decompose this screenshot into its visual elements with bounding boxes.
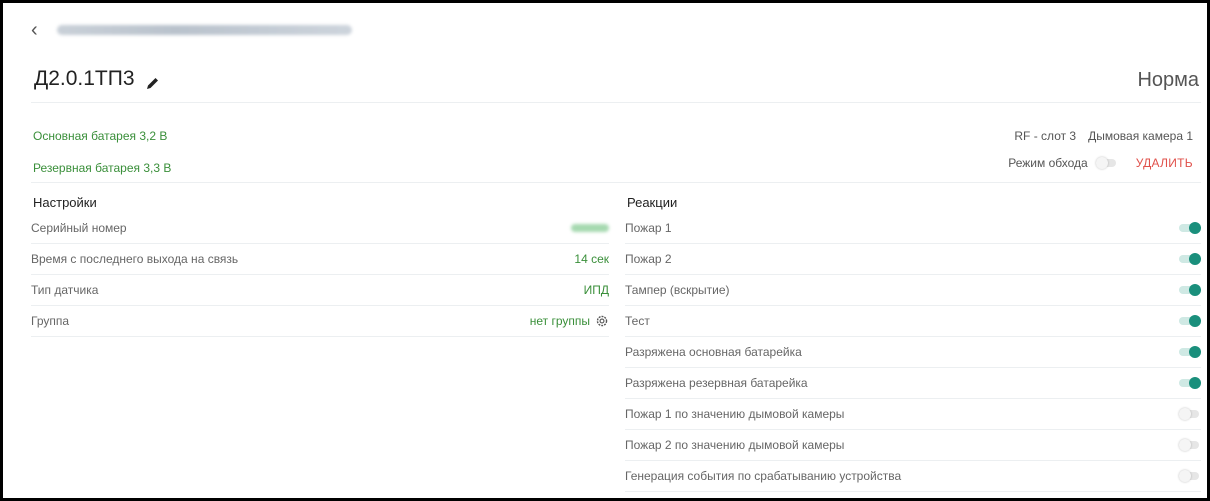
reaction-label: Тест <box>625 314 650 328</box>
reactions-list: Пожар 1 Пожар 2 Тампер (вскрытие) Тест Разря… <box>625 213 1201 492</box>
bypass-toggle[interactable] <box>1095 157 1118 169</box>
delete-button[interactable]: УДАЛИТЬ <box>1136 156 1193 170</box>
main-battery-status: Основная батарея 3,2 В <box>33 129 168 143</box>
settings-label: Тип датчика <box>31 283 99 297</box>
bypass-label: Режим обхода <box>1008 156 1088 170</box>
device-title: Д2.0.1ТП3 <box>34 67 135 90</box>
reaction-row: Разряжена основная батарейка <box>625 337 1201 368</box>
reaction-label: Разряжена основная батарейка <box>625 345 802 359</box>
last-contact-value: 14 сек <box>574 252 609 266</box>
device-status: Норма <box>1137 69 1199 91</box>
reaction-label: Тампер (вскрытие) <box>625 283 730 297</box>
serial-number-blurred <box>571 224 609 232</box>
settings-label: Время с последнего выхода на связь <box>31 252 239 266</box>
serial-number-value <box>571 224 609 232</box>
bypass-mode: Режим обхода УДАЛИТЬ <box>1008 156 1193 170</box>
reaction-label: Разряжена резервная батарейка <box>625 376 808 390</box>
reaction-row: Пожар 1 по значению дымовой камеры <box>625 399 1201 430</box>
reaction-row: Тампер (вскрытие) <box>625 275 1201 306</box>
group-value-text: нет группы <box>529 314 590 328</box>
group-value[interactable]: нет группы <box>530 314 609 328</box>
settings-label: Серийный номер <box>31 221 127 235</box>
breadcrumb-blurred-path <box>57 25 352 35</box>
reactions-title: Реакции <box>627 195 678 210</box>
divider <box>31 182 1201 183</box>
reaction-toggle[interactable] <box>1179 253 1201 265</box>
rf-slot: RF - слот 3 <box>1014 129 1077 143</box>
settings-row-group[interactable]: Группа нет группы <box>31 306 609 337</box>
device-settings-window: ‹ Д2.0.1ТП3 Норма Основная батарея 3,2 В… <box>0 0 1210 501</box>
smoke-chamber: Дымовая камера 1 <box>1088 129 1193 143</box>
reaction-label: Генерация события по срабатыванию устрой… <box>625 469 902 483</box>
reserve-battery-status: Резервная батарея 3,3 В <box>33 161 172 175</box>
settings-title: Настройки <box>33 195 97 210</box>
reaction-row: Пожар 1 <box>625 213 1201 244</box>
reaction-toggle[interactable] <box>1179 377 1201 389</box>
edit-pencil-icon[interactable] <box>145 75 161 91</box>
slot-info: RF - слот 3 Дымовая камера 1 <box>1014 129 1193 143</box>
reaction-row: Разряжена резервная батарейка <box>625 368 1201 399</box>
reaction-label: Пожар 1 <box>625 221 672 235</box>
reaction-toggle[interactable] <box>1179 346 1201 358</box>
settings-label: Группа <box>31 314 70 328</box>
settings-row-last-contact: Время с последнего выхода на связь 14 се… <box>31 244 609 275</box>
reaction-toggle[interactable] <box>1179 439 1201 451</box>
settings-row-serial: Серийный номер <box>31 213 609 244</box>
reaction-row: Генерация события по срабатыванию устрой… <box>625 461 1201 492</box>
reaction-toggle[interactable] <box>1179 222 1201 234</box>
back-button[interactable]: ‹ <box>31 20 49 40</box>
sensor-type-value: ИПД <box>583 283 609 297</box>
gear-icon[interactable] <box>595 314 609 328</box>
reaction-label: Пожар 1 по значению дымовой камеры <box>625 407 845 421</box>
reaction-toggle[interactable] <box>1179 408 1201 420</box>
breadcrumb: ‹ <box>31 18 352 42</box>
settings-list: Серийный номер Время с последнего выхода… <box>31 213 609 337</box>
reaction-label: Пожар 2 <box>625 252 672 266</box>
reaction-row: Пожар 2 по значению дымовой камеры <box>625 430 1201 461</box>
reaction-toggle[interactable] <box>1179 315 1201 327</box>
reaction-row: Пожар 2 <box>625 244 1201 275</box>
reaction-toggle[interactable] <box>1179 284 1201 296</box>
reaction-toggle[interactable] <box>1179 470 1201 482</box>
settings-row-sensor-type: Тип датчика ИПД <box>31 275 609 306</box>
title-bar: Д2.0.1ТП3 Норма <box>31 61 1201 103</box>
reaction-row: Тест <box>625 306 1201 337</box>
reaction-label: Пожар 2 по значению дымовой камеры <box>625 438 845 452</box>
